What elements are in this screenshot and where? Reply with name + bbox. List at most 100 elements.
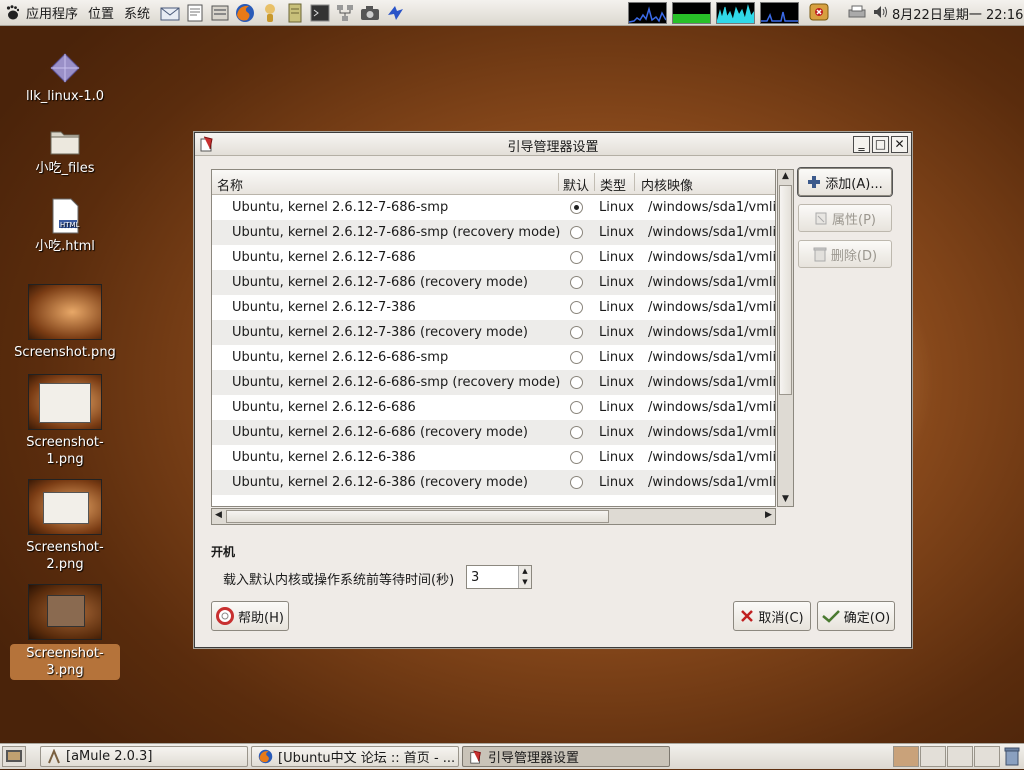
desktop-icon-llk-linux[interactable]: llk_linux-1.0 [10,52,120,105]
desktop-icon-label: 小吃_files [35,161,95,176]
entry-image: /windows/sda1/vmlin [648,300,776,315]
taskbar-item-amule[interactable]: [aMule 2.0.3] [40,746,248,767]
table-row[interactable]: Ubuntu, kernel 2.6.12-7-686-smp (recover… [212,220,775,245]
table-row[interactable]: Ubuntu, kernel 2.6.12-7-686-smp Linux/win… [212,195,775,220]
horizontal-scroll-thumb[interactable] [226,510,609,523]
firefox-icon[interactable] [234,2,256,23]
bottom-panel: [aMule 2.0.3] [Ubuntu中文 论坛 :: 首页 - ... 引… [0,743,1024,769]
desktop-icon-xiaochi-html[interactable]: HTML 小吃.html [10,198,120,255]
menu-applications[interactable]: 应用程序 [21,3,83,22]
workspace-3[interactable] [947,746,973,767]
vertical-scrollbar[interactable]: ▲ ▼ [777,169,794,507]
menu-system[interactable]: 系统 [119,3,155,22]
image-thumbnail [28,584,102,640]
table-row[interactable]: Ubuntu, kernel 2.6.12-7-386 (recovery mo… [212,320,775,345]
camera-icon[interactable] [359,2,381,23]
table-row[interactable]: Ubuntu, kernel 2.6.12-6-686-smp Linux/win… [212,345,775,370]
dialog-titlebar[interactable]: 引导管理器设置 ‗ □ ✕ [195,133,911,156]
workspace-4[interactable] [974,746,1000,767]
list-rows: Ubuntu, kernel 2.6.12-7-686-smp Linux/win… [212,195,775,495]
entry-name: Ubuntu, kernel 2.6.12-6-686-smp (recover… [232,375,561,390]
printer-icon[interactable] [848,4,866,20]
maximize-button[interactable]: □ [872,136,889,153]
desktop-icon-label: Screenshot-3.png [10,644,120,680]
taskbar-item-boot-manager[interactable]: 引导管理器设置 [462,746,670,767]
horizontal-scrollbar[interactable]: ◀ ▶ [211,508,776,525]
ok-button-label: 确定(O) [843,610,891,626]
desktop-icon-xiaochi-files[interactable]: 小吃_files [10,128,120,177]
clock[interactable]: 8月22日星期一 22:16 [892,4,1023,23]
scroll-down-arrow[interactable]: ▼ [779,493,792,506]
workspace-1[interactable] [893,746,919,767]
spin-arrows[interactable]: ▲ ▼ [518,566,531,588]
minimize-button[interactable]: ‗ [853,136,870,153]
default-radio[interactable] [570,476,583,489]
gaim-icon[interactable] [259,2,281,23]
text-editor-icon[interactable] [184,2,206,23]
terminal-icon[interactable] [309,2,331,23]
default-radio[interactable] [570,351,583,364]
default-radio[interactable] [570,376,583,389]
entry-type: Linux [599,400,635,415]
entry-name: Ubuntu, kernel 2.6.12-7-386 (recovery mo… [232,325,528,340]
vertical-scroll-thumb[interactable] [779,185,792,395]
boot-manager-dialog: 引导管理器设置 ‗ □ ✕ 名称 默认 类型 内核映像 Ubuntu, kern… [194,132,912,648]
entry-type: Linux [599,200,635,215]
system-monitor[interactable] [628,2,799,24]
image-thumbnail [28,479,102,535]
default-radio[interactable] [570,326,583,339]
column-header-image[interactable]: 内核映像 [641,175,693,194]
volume-icon[interactable] [872,4,890,20]
default-radio[interactable] [570,251,583,264]
desktop-icon-screenshot[interactable]: Screenshot.png [10,284,120,361]
timeout-spinbox[interactable]: 3 ▲ ▼ [466,565,532,589]
properties-button[interactable]: 属性(P) [798,204,892,232]
file-manager-icon[interactable] [209,2,231,23]
workspace-2[interactable] [920,746,946,767]
close-button[interactable]: ✕ [891,136,908,153]
table-row[interactable]: Ubuntu, kernel 2.6.12-7-686 Linux/windows… [212,245,775,270]
desktop-icon-screenshot-3[interactable]: Screenshot-3.png [10,584,120,680]
scroll-right-arrow[interactable]: ▶ [762,509,775,522]
menu-places[interactable]: 位置 [83,3,119,22]
top-panel: 应用程序 位置 系统 8月22日星期一 22:16 [0,0,1024,26]
default-radio[interactable] [570,451,583,464]
ok-button[interactable]: 确定(O) [817,601,895,631]
firefox-icon [258,749,273,764]
show-desktop-button[interactable] [2,746,26,767]
notes-icon[interactable] [284,2,306,23]
default-radio[interactable] [570,226,583,239]
update-notifier-icon[interactable] [808,2,830,22]
table-row[interactable]: Ubuntu, kernel 2.6.12-6-686-smp (recover… [212,370,775,395]
table-row[interactable]: Ubuntu, kernel 2.6.12-7-386 Linux/windows… [212,295,775,320]
scroll-left-arrow[interactable]: ◀ [212,509,225,522]
table-row[interactable]: Ubuntu, kernel 2.6.12-7-686 (recovery mo… [212,270,775,295]
column-header-type[interactable]: 类型 [600,175,626,194]
desktop-icon-screenshot-2[interactable]: Screenshot-2.png [10,479,120,573]
help-button[interactable]: 帮助(H) [211,601,289,631]
network-icon[interactable] [334,2,356,23]
add-button[interactable]: 添加(A)... [798,168,892,196]
default-radio[interactable] [570,276,583,289]
taskbar-item-firefox[interactable]: [Ubuntu中文 论坛 :: 首页 - ... [251,746,459,767]
default-radio[interactable] [570,426,583,439]
trash-icon[interactable] [1003,746,1021,766]
cancel-button[interactable]: 取消(C) [733,601,811,631]
desktop-icon-screenshot-1[interactable]: Screenshot-1.png [10,374,120,468]
entry-image: /windows/sda1/vmlin [648,400,776,415]
email-icon[interactable] [159,2,181,23]
scroll-up-arrow[interactable]: ▲ [779,170,792,183]
table-row[interactable]: Ubuntu, kernel 2.6.12-6-386 (recovery mo… [212,470,775,495]
default-radio[interactable] [570,401,583,414]
column-header-default[interactable]: 默认 [563,175,589,194]
table-row[interactable]: Ubuntu, kernel 2.6.12-6-386 Linux/windows… [212,445,775,470]
table-row[interactable]: Ubuntu, kernel 2.6.12-6-686 Linux/windows… [212,395,775,420]
memory-monitor-graph [672,2,711,24]
column-header-name[interactable]: 名称 [217,175,243,194]
delete-button[interactable]: 删除(D) [798,240,892,268]
entry-name: Ubuntu, kernel 2.6.12-7-686 (recovery mo… [232,275,528,290]
default-radio[interactable] [570,301,583,314]
bluetooth-icon[interactable] [384,2,406,23]
default-radio[interactable] [570,201,583,214]
table-row[interactable]: Ubuntu, kernel 2.6.12-6-686 (recovery mo… [212,420,775,445]
